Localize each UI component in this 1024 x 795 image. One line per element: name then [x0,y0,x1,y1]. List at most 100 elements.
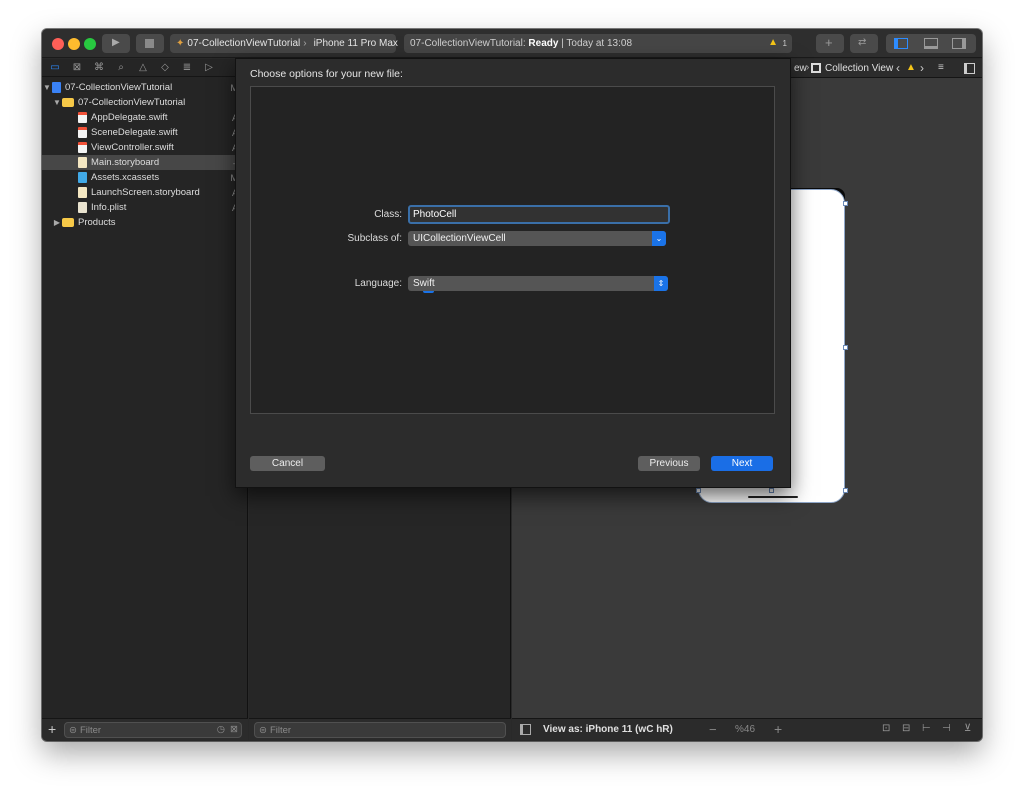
inspector-toggle-icon[interactable] [952,38,966,49]
folder-icon [62,98,74,107]
tree-item-infoplist[interactable]: Info.plist A [42,200,248,215]
scheme-device: iPhone 11 Pro Max [313,38,398,49]
tree-item-label: SceneDelegate.swift [91,127,178,138]
plus-icon: + [825,35,833,50]
disclosure-closed-icon[interactable]: ▶ [52,218,62,227]
resize-handle[interactable] [696,488,701,493]
resize-handle[interactable] [843,488,848,493]
warning-icon[interactable]: ▲ [906,62,916,73]
test-icon[interactable]: ◇ [158,62,172,73]
view-as-device: View as: iPhone 11 ( [543,724,639,735]
tree-item-assets[interactable]: Assets.xcassets M [42,170,248,185]
tree-item-scenedelegate[interactable]: SceneDelegate.swift A [42,125,248,140]
run-button[interactable]: ▶ [102,34,130,53]
disclosure-open-icon[interactable]: ▼ [52,98,62,107]
outline-toggle-icon[interactable] [520,724,531,735]
minimize-window-button[interactable] [68,38,80,50]
close-window-button[interactable] [52,38,64,50]
swift-file-icon [78,142,87,153]
library-button[interactable]: + [816,34,844,53]
inspector-panel-icon[interactable] [964,63,975,74]
scheme-selector[interactable]: ✦ 07-CollectionViewTutorial › iPhone 11 … [170,34,398,53]
jump-bar-current[interactable]: Collection View [825,63,893,74]
subclass-popup[interactable]: UICollectionViewCell ⌄ [408,231,666,246]
recent-files-icon[interactable]: ◷ [217,724,225,735]
source-control-icon[interactable]: ⊠ [70,62,84,73]
add-constraints-icon[interactable]: ⊢ [922,723,931,734]
breakpoint-icon[interactable]: ▷ [202,62,216,73]
warning-icon[interactable]: ▲ [768,37,778,48]
up-down-chevron-icon: ⇕ [654,276,668,291]
outline-filter-input[interactable]: ⊜ Filter [254,722,506,738]
zoom-in-icon[interactable]: + [774,721,782,737]
swift-file-icon [78,127,87,138]
navigator-tabs: ▭ ⊠ ⌘ ⌕ △ ◇ ≣ ▷ [42,59,248,77]
filter-icon: ⊜ [259,724,267,736]
tree-item-label: Assets.xcassets [91,172,160,183]
add-file-icon[interactable]: + [48,721,56,737]
document-items-icon[interactable]: ≡ [938,62,944,73]
zoom-level: %46 [735,724,756,735]
symbol-icon[interactable]: ⌘ [92,62,106,73]
zoom-window-button[interactable] [84,38,96,50]
xcode-window: ▶ ✦ 07-CollectionViewTutorial › iPhone 1… [42,29,982,741]
tree-item-products[interactable]: ▶ Products [42,215,248,230]
activity-status: 07-CollectionViewTutorial: Ready | Today… [404,34,792,53]
canvas-bottom-bar: View as: iPhone 11 (wC hR) − %46 + ⊡ ⊟ ⊢… [512,718,982,740]
tree-item-main-storyboard[interactable]: Main.storyboard – [42,155,248,170]
folder-icon [62,218,74,227]
tree-item-label: ViewController.swift [91,142,174,153]
swift-file-icon [78,112,87,123]
embed-in-icon[interactable]: ⊻ [964,723,971,734]
scheme-target: 07-CollectionViewTutorial [187,38,301,49]
back-chevron-icon[interactable]: ‹ [896,61,900,75]
issue-icon[interactable]: △ [136,62,150,73]
previous-button[interactable]: Previous [638,456,700,471]
sheet-title: Choose options for your new file: [250,68,403,80]
cancel-button[interactable]: Cancel [250,456,325,471]
hammer-icon: ✦ [176,38,185,49]
play-icon: ▶ [112,37,120,48]
navigator-filter-input[interactable]: ⊜ Filter ◷ ⊠ [64,722,242,738]
forward-chevron-icon[interactable]: › [920,61,924,75]
jump-bar-partial: ew [794,63,807,74]
tree-item-project[interactable]: ▼ 07-CollectionViewTutorial M [42,80,248,95]
subclass-label: Subclass of: [347,233,402,244]
navigator-filter-bar: + ⊜ Filter ◷ ⊠ [42,718,248,740]
update-frames-icon[interactable]: ⊡ [882,723,890,734]
tree-item-appdelegate[interactable]: AppDelegate.swift A [42,110,248,125]
tree-item-group[interactable]: ▼ 07-CollectionViewTutorial [42,95,248,110]
status-state: Ready [528,38,559,49]
disclosure-open-icon[interactable]: ▼ [42,83,52,92]
debug-icon[interactable]: ≣ [180,62,194,73]
zoom-out-icon[interactable]: − [709,722,717,737]
resize-handle[interactable] [843,345,848,350]
view-as-label[interactable]: View as: iPhone 11 (wC hR) [543,724,673,735]
next-button[interactable]: Next [711,456,773,471]
status-project: 07-CollectionViewTutorial: [410,38,526,49]
collection-view-icon [811,63,821,73]
language-value: Swift [413,278,435,289]
warning-count: 1 [782,39,787,48]
class-name-input[interactable] [408,205,670,224]
debug-toggle-icon[interactable] [924,38,938,49]
align-icon[interactable]: ⊟ [902,723,910,734]
assets-catalog-icon [78,172,87,183]
search-icon[interactable]: ⌕ [114,62,128,73]
tree-item-launchscreen[interactable]: LaunchScreen.storyboard A [42,185,248,200]
tree-item-label: LaunchScreen.storyboard [91,187,200,198]
resolve-issues-icon[interactable]: ⊣ [942,723,951,734]
chevron-right-icon: › [303,38,307,49]
code-review-button[interactable]: ⇄ [850,34,878,53]
class-label: Class: [374,209,402,220]
tree-item-viewcontroller[interactable]: ViewController.swift A [42,140,248,155]
scm-filter-icon[interactable]: ⊠ [230,724,238,735]
navigator-toggle-icon[interactable] [894,38,908,49]
resize-handle[interactable] [843,201,848,206]
language-popup[interactable]: Swift ⇕ [408,276,668,291]
resize-handle[interactable] [769,488,774,493]
options-panel: Class: Subclass of: UICollectionViewCell… [250,86,775,414]
filter-placeholder: Filter [79,724,102,736]
stop-button[interactable] [136,34,164,53]
folder-icon[interactable]: ▭ [48,62,62,73]
